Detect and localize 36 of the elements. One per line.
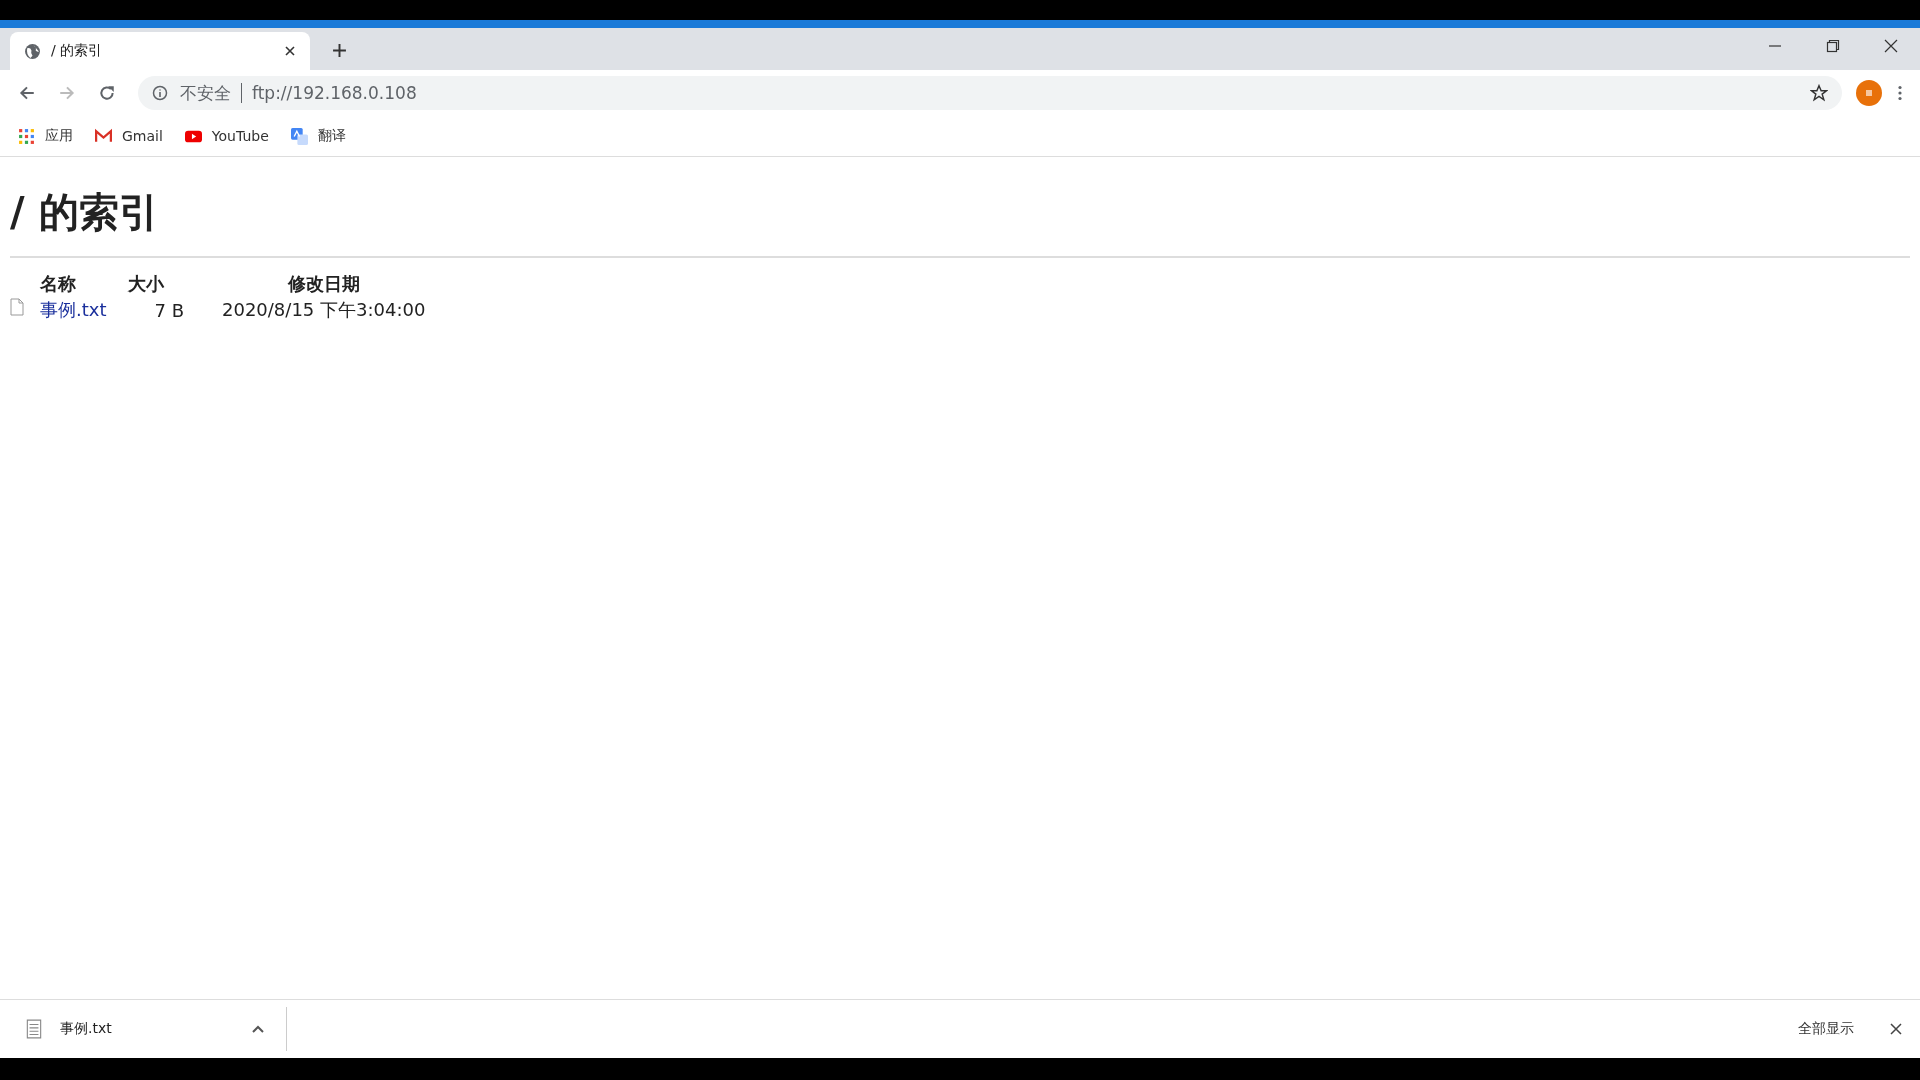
download-item[interactable]: 事例.txt bbox=[0, 1007, 287, 1051]
security-label: 不安全 bbox=[180, 81, 231, 105]
new-tab-icon[interactable] bbox=[332, 43, 347, 58]
close-tab-icon[interactable] bbox=[284, 45, 296, 57]
browser-tab[interactable]: / 的索引 bbox=[10, 32, 310, 70]
tab-title: / 的索引 bbox=[51, 42, 104, 60]
show-all-link[interactable]: 全部显示 bbox=[1798, 1020, 1854, 1038]
column-header: 修改日期 bbox=[286, 272, 361, 296]
translate-icon bbox=[290, 127, 308, 145]
caret-icon[interactable] bbox=[252, 1025, 264, 1033]
column-header: 名称 bbox=[40, 272, 128, 296]
size-cell-text: 7 B bbox=[153, 298, 185, 323]
page-heading: / 的索引 bbox=[10, 188, 160, 237]
back-icon[interactable] bbox=[18, 84, 36, 102]
bookmark[interactable]: 翻译 bbox=[290, 127, 346, 145]
profile-avatar[interactable] bbox=[1856, 80, 1882, 106]
bookmark[interactable]: YouTube bbox=[184, 127, 269, 145]
close-icon[interactable] bbox=[1890, 1023, 1902, 1035]
column-header: 大小 bbox=[128, 272, 165, 296]
document-icon bbox=[26, 1019, 42, 1039]
bookmark[interactable]: 应用 bbox=[18, 127, 73, 145]
address-bar[interactable]: 不安全 ftp://192.168.0.108 bbox=[138, 76, 1842, 110]
file-link[interactable]: 事例.txt bbox=[40, 299, 107, 320]
globe-icon bbox=[24, 42, 41, 60]
file-icon bbox=[10, 298, 24, 316]
star-icon[interactable] bbox=[1810, 84, 1828, 102]
grid-icon bbox=[18, 127, 35, 145]
url-text: ftp://192.168.0.108 bbox=[252, 83, 417, 103]
date-cell-text: 2020/8/15 下午3:04:00 bbox=[222, 298, 426, 322]
mail-icon bbox=[95, 127, 112, 145]
reload-icon[interactable] bbox=[98, 84, 116, 102]
restore-icon[interactable] bbox=[1826, 39, 1840, 53]
menu-icon[interactable] bbox=[1898, 85, 1902, 101]
close-icon[interactable] bbox=[1884, 39, 1898, 53]
bookmark[interactable]: Gmail bbox=[95, 127, 163, 145]
info-icon[interactable] bbox=[152, 85, 168, 101]
